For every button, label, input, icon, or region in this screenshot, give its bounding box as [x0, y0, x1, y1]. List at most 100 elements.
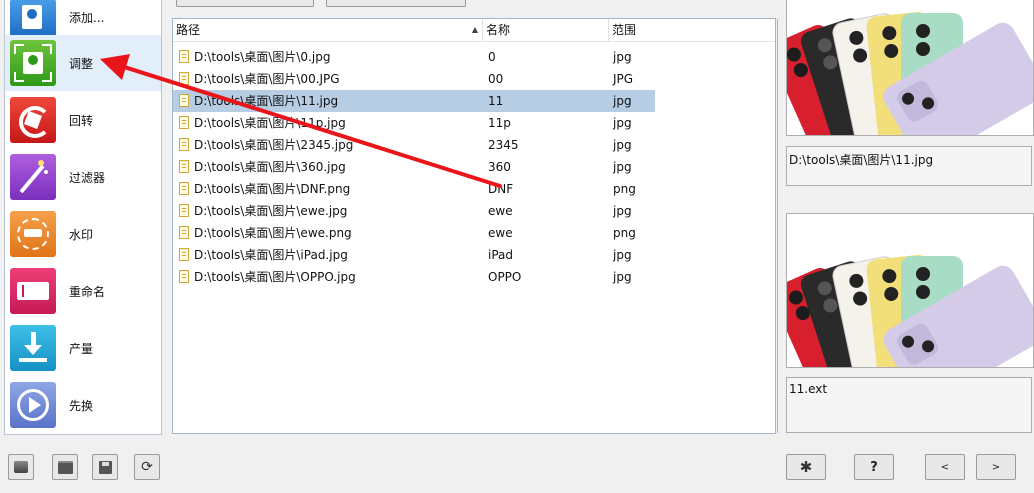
cell-range: jpg: [613, 94, 632, 108]
next-button[interactable]: >: [976, 454, 1016, 480]
top-toolbar-button-partial[interactable]: [326, 0, 466, 7]
download-output-icon: [10, 325, 56, 371]
table-row[interactable]: D:\tools\桌面\图片\2345.jpg 2345 jpg: [173, 134, 655, 156]
sidebar-item-label: 水印: [69, 227, 94, 242]
column-header-label: 路径: [176, 23, 201, 37]
table-row[interactable]: D:\tools\桌面\图片\ewe.png ewe png: [173, 222, 655, 244]
image-file-icon: [179, 50, 189, 63]
list-scrollbar[interactable]: [777, 19, 778, 433]
cell-range: jpg: [613, 248, 632, 262]
image-file-icon: [179, 116, 189, 129]
file-list[interactable]: 路径 ▲ 名称 范围 D:\tools\桌面\图片\0.jpg 0 jpg D:\to…: [172, 18, 778, 434]
output-preview-image: [786, 213, 1034, 368]
sidebar-item-label: 过滤器: [69, 170, 106, 185]
sidebar-item-convert[interactable]: 先换: [5, 377, 161, 433]
sidebar-item-filter[interactable]: 过滤器: [5, 149, 161, 205]
column-header-path[interactable]: 路径 ▲: [173, 19, 483, 41]
table-row[interactable]: D:\tools\桌面\图片\11p.jpg 11p jpg: [173, 112, 655, 134]
rotate-icon: [10, 97, 56, 143]
cell-name: OPPO: [488, 270, 522, 284]
image-file-icon: [179, 182, 189, 195]
image-file-icon: [179, 248, 189, 261]
table-row[interactable]: D:\tools\桌面\图片\11.jpg 11 jpg: [173, 90, 655, 112]
image-file-icon: [179, 226, 189, 239]
cell-path: D:\tools\桌面\图片\0.jpg: [194, 50, 331, 64]
table-row[interactable]: D:\tools\桌面\图片\0.jpg 0 jpg: [173, 46, 655, 68]
gear-icon: ✱: [799, 458, 813, 476]
add-folder-icon: [10, 0, 56, 37]
column-header-label: 名称: [486, 23, 511, 37]
source-path-caption: D:\tools\桌面\图片\11.jpg: [786, 146, 1032, 186]
sidebar-item-label: 产量: [69, 341, 94, 356]
sidebar-item-label: 先换: [69, 398, 94, 413]
image-file-icon: [179, 270, 189, 283]
table-row[interactable]: D:\tools\桌面\图片\00.JPG 00 JPG: [173, 68, 655, 90]
settings-button[interactable]: ✱: [786, 454, 826, 480]
source-preview-image: [786, 0, 1034, 136]
open-folder-button[interactable]: [52, 454, 78, 480]
cell-name: 0: [488, 50, 496, 64]
cell-path: D:\tools\桌面\图片\00.JPG: [194, 72, 340, 86]
cell-range: JPG: [613, 72, 634, 86]
cell-name: 00: [488, 72, 504, 86]
sidebar-item-resize[interactable]: 调整: [5, 35, 161, 91]
sidebar-item-label: 添加...: [69, 10, 105, 25]
output-name-caption: 11.ext: [786, 377, 1032, 433]
sidebar-item-output[interactable]: 产量: [5, 320, 161, 376]
cell-range: jpg: [613, 270, 632, 284]
sidebar-item-label: 回转: [69, 113, 94, 128]
open-folder-icon: [57, 460, 73, 474]
cell-name: iPad: [488, 248, 514, 262]
table-row[interactable]: D:\tools\桌面\图片\360.jpg 360 jpg: [173, 156, 655, 178]
previous-button[interactable]: <: [925, 454, 965, 480]
cell-path: D:\tools\桌面\图片\11.jpg: [194, 94, 339, 108]
column-header-range[interactable]: 范围: [609, 19, 775, 41]
sidebar-item-watermark[interactable]: 水印: [5, 206, 161, 262]
column-header-label: 范围: [612, 23, 637, 37]
cell-name: 11p: [488, 116, 511, 130]
image-file-icon: [179, 138, 189, 151]
sort-ascending-icon: ▲: [471, 25, 478, 34]
column-header-name[interactable]: 名称: [483, 19, 609, 41]
table-row[interactable]: D:\tools\桌面\图片\OPPO.jpg OPPO jpg: [173, 266, 655, 288]
refresh-button[interactable]: ⟳: [134, 454, 160, 480]
save-button[interactable]: [92, 454, 118, 480]
clear-list-button[interactable]: [8, 454, 34, 480]
image-file-icon: [179, 94, 189, 107]
cell-path: D:\tools\桌面\图片\360.jpg: [194, 160, 346, 174]
image-file-icon: [179, 72, 189, 85]
cell-range: png: [613, 182, 636, 196]
cell-range: jpg: [613, 160, 632, 174]
refresh-icon: ⟳: [141, 459, 153, 475]
cell-range: jpg: [613, 204, 632, 218]
table-row[interactable]: D:\tools\桌面\图片\iPad.jpg iPad jpg: [173, 244, 655, 266]
rename-icon: [10, 268, 56, 314]
cell-name: 2345: [488, 138, 519, 152]
magic-wand-icon: [10, 154, 56, 200]
resize-icon: [10, 40, 56, 86]
cell-name: 360: [488, 160, 511, 174]
help-button-label: ?: [870, 459, 878, 475]
image-file-icon: [179, 204, 189, 217]
phones-fan-image: [787, 12, 1033, 135]
top-toolbar-button-partial[interactable]: [176, 0, 314, 7]
table-row[interactable]: D:\tools\桌面\图片\ewe.jpg ewe jpg: [173, 200, 655, 222]
cell-path: D:\tools\桌面\图片\11p.jpg: [194, 116, 346, 130]
cell-range: jpg: [613, 116, 632, 130]
cell-path: D:\tools\桌面\图片\2345.jpg: [194, 138, 354, 152]
cell-range: jpg: [613, 50, 632, 64]
image-file-icon: [179, 160, 189, 173]
cell-path: D:\tools\桌面\图片\OPPO.jpg: [194, 270, 356, 284]
sidebar-item-rotate[interactable]: 回转: [5, 92, 161, 148]
cell-name: ewe: [488, 204, 513, 218]
cell-path: D:\tools\桌面\图片\ewe.jpg: [194, 204, 348, 218]
help-button[interactable]: ?: [854, 454, 894, 480]
clear-list-icon: [14, 461, 28, 473]
play-convert-icon: [10, 382, 56, 428]
tool-sidebar: 添加... 调整 回转 过滤器 水印 重命名 产量 先换: [4, 0, 162, 435]
cell-range: png: [613, 226, 636, 240]
table-row[interactable]: D:\tools\桌面\图片\DNF.png DNF png: [173, 178, 655, 200]
sidebar-item-label: 重命名: [69, 284, 106, 299]
cell-name: DNF: [488, 182, 514, 196]
sidebar-item-rename[interactable]: 重命名: [5, 263, 161, 319]
